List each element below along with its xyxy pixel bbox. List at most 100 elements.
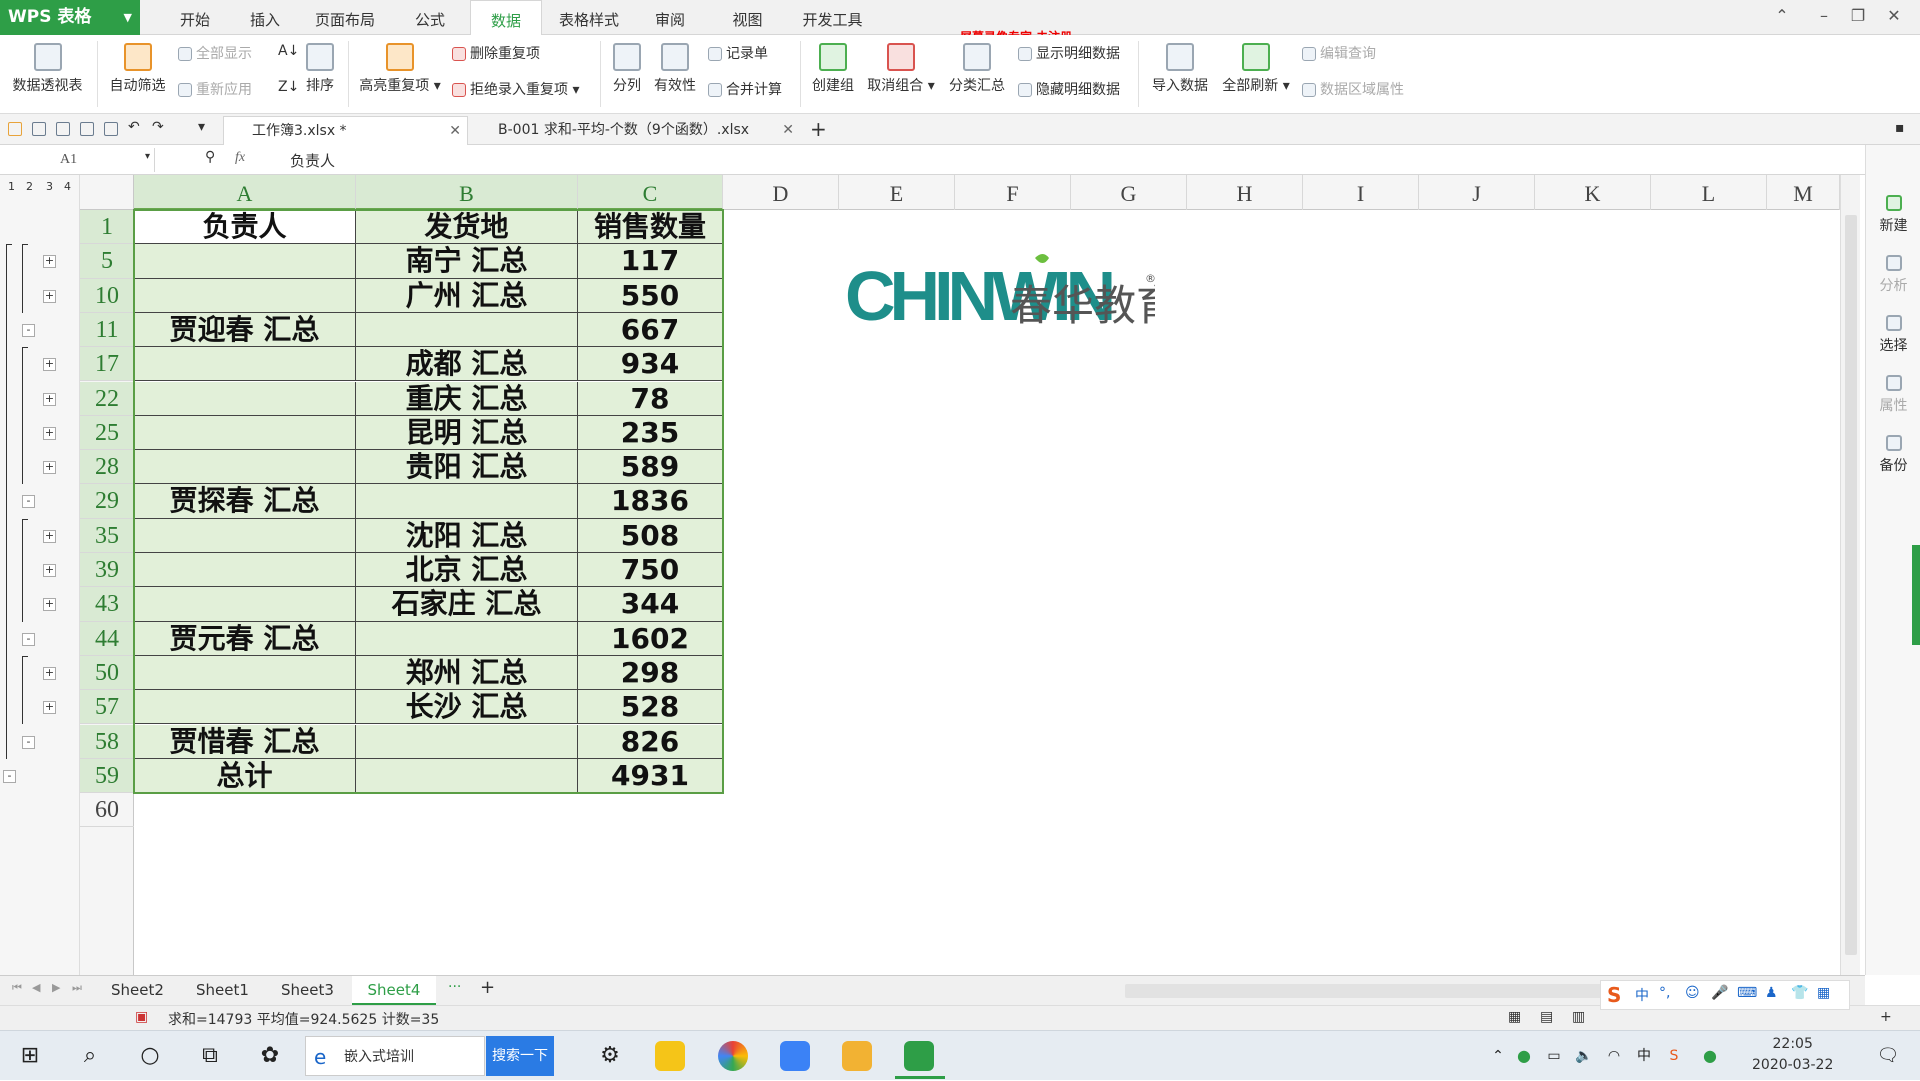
reject-duplicates-button[interactable]: 拒绝录入重复项 ▾ <box>452 79 579 99</box>
zoom-search-icon[interactable]: ⚲ <box>205 149 215 165</box>
battery-icon[interactable]: ▭ <box>1542 1031 1566 1081</box>
row-header[interactable]: 29 <box>80 484 134 519</box>
vertical-scrollbar[interactable] <box>1840 175 1860 975</box>
row-header[interactable]: 5 <box>80 244 134 279</box>
row-header[interactable]: 44 <box>80 621 134 656</box>
tab-review[interactable]: 审阅 <box>640 0 700 35</box>
volume-icon[interactable]: 🔈 <box>1572 1031 1596 1081</box>
emoji-icon[interactable]: ☺ <box>1685 985 1700 1001</box>
tab-developer[interactable]: 开发工具 <box>790 0 875 35</box>
sheet-tab-sheet3[interactable]: Sheet3 <box>270 976 345 1005</box>
row-header[interactable]: 10 <box>80 278 134 313</box>
first-sheet-icon[interactable]: ⏮ <box>12 981 22 995</box>
tab-page-layout[interactable]: 页面布局 <box>305 0 385 35</box>
tab-home[interactable]: 开始 <box>165 0 225 35</box>
tray-app-icon[interactable]: ● <box>1512 1031 1536 1081</box>
ungroup-button[interactable]: 取消组合 ▾ <box>865 43 937 95</box>
row-header[interactable]: 39 <box>80 553 134 588</box>
outline-level-2[interactable]: 2 <box>26 180 33 193</box>
col-header-m[interactable]: M <box>1767 175 1840 210</box>
outline-level-4[interactable]: 4 <box>64 180 71 193</box>
collapse-group-icon[interactable]: - <box>22 495 35 509</box>
expand-group-icon[interactable]: + <box>43 701 56 715</box>
split-column-button[interactable]: 分列 <box>608 43 646 95</box>
col-header-b[interactable]: B <box>356 175 578 210</box>
range-properties-button[interactable]: 数据区域属性 <box>1302 79 1404 99</box>
ime-mode-icon[interactable]: 中 <box>1635 985 1649 1005</box>
chrome-like-app-icon[interactable] <box>718 1041 748 1071</box>
collapse-group-icon[interactable]: - <box>22 632 35 646</box>
row-header[interactable]: 35 <box>80 518 134 553</box>
expand-group-icon[interactable]: + <box>43 358 56 372</box>
collapse-ribbon-icon[interactable]: ⌃ <box>1770 6 1794 28</box>
tab-view[interactable]: 视图 <box>715 0 780 35</box>
taskbar-search-field[interactable]: e 嵌入式培训 <box>305 1036 485 1076</box>
next-sheet-icon[interactable]: ▶ <box>52 981 60 994</box>
edit-query-button[interactable]: 编辑查询 <box>1302 43 1376 63</box>
collapse-group-icon[interactable]: - <box>22 323 35 337</box>
pane-analyze[interactable]: 分析 <box>1866 255 1920 295</box>
close-icon[interactable]: ✕ <box>1882 6 1906 28</box>
highlight-duplicates-button[interactable]: 高亮重复项 ▾ <box>355 43 445 95</box>
insert-function-button[interactable]: fx <box>235 150 245 166</box>
col-header-l[interactable]: L <box>1651 175 1767 210</box>
wps-app-menu[interactable]: WPS 表格 ▼ <box>0 0 140 35</box>
col-header-g[interactable]: G <box>1071 175 1187 210</box>
formula-input[interactable]: 负责人 <box>290 150 335 171</box>
autofilter-button[interactable]: 自动筛选 <box>105 43 170 95</box>
expand-group-icon[interactable]: + <box>43 426 56 440</box>
tab-data[interactable]: 数据 <box>470 0 542 36</box>
tray-expand-icon[interactable]: ⌃ <box>1488 1031 1508 1081</box>
task-view-icon[interactable]: ⧉ <box>190 1031 230 1081</box>
tab-table-style[interactable]: 表格样式 <box>550 0 628 35</box>
player-app-icon[interactable] <box>655 1041 685 1071</box>
collapse-group-icon[interactable]: - <box>22 735 35 749</box>
remove-duplicates-button[interactable]: 删除重复项 <box>452 43 540 63</box>
sort-desc-icon[interactable]: Z↓ <box>278 79 299 95</box>
select-all-corner[interactable] <box>80 175 134 210</box>
new-tab-plus-icon[interactable]: + <box>810 117 827 141</box>
page-break-view-icon[interactable]: ▤ <box>1540 1009 1553 1025</box>
sheet-tab-sheet1[interactable]: Sheet1 <box>185 976 260 1005</box>
sort-button[interactable]: 排序 <box>300 43 340 95</box>
col-header-f[interactable]: F <box>955 175 1071 210</box>
close-tab-icon[interactable]: ✕ <box>782 116 794 145</box>
pane-properties[interactable]: 属性 <box>1866 375 1920 415</box>
sort-asc-icon[interactable]: A↓ <box>278 43 299 59</box>
expand-group-icon[interactable]: + <box>43 529 56 543</box>
chinwin-logo[interactable]: CHINWIN 春华教育 ® <box>845 250 1178 344</box>
print-preview-icon[interactable] <box>104 122 118 136</box>
search-button[interactable]: 搜索一下 <box>486 1036 554 1076</box>
expand-group-icon[interactable]: + <box>43 255 56 269</box>
file-explorer-icon[interactable] <box>842 1041 872 1071</box>
undo-icon[interactable]: ↶ <box>128 119 142 135</box>
settings-gear-icon[interactable]: ⚙ <box>590 1031 630 1081</box>
col-header-e[interactable]: E <box>839 175 955 210</box>
col-header-d[interactable]: D <box>723 175 839 210</box>
row-header[interactable]: 59 <box>80 758 134 794</box>
wifi-icon[interactable]: ◠ <box>1602 1031 1626 1081</box>
row-header[interactable]: 11 <box>80 312 134 348</box>
restore-icon[interactable]: ❐ <box>1846 6 1870 28</box>
cortana-icon[interactable]: ○ <box>130 1031 170 1081</box>
sogou-ime-icon[interactable]: S <box>1607 983 1621 1007</box>
show-all-button[interactable]: 全部显示 <box>178 43 252 63</box>
tab-insert[interactable]: 插入 <box>235 0 295 35</box>
last-sheet-icon[interactable]: ⏭ <box>72 981 82 995</box>
row-header[interactable]: 50 <box>80 655 134 691</box>
side-panel-toggle[interactable] <box>1912 545 1920 645</box>
sheet-tab-sheet2[interactable]: Sheet2 <box>100 976 175 1005</box>
row-header[interactable]: 57 <box>80 690 134 725</box>
row-header[interactable]: 25 <box>80 415 134 451</box>
row-header[interactable]: 60 <box>80 793 134 828</box>
sogou-tray-icon[interactable]: S <box>1662 1031 1686 1081</box>
reading-view-icon[interactable]: ▥ <box>1572 1009 1585 1025</box>
col-header-h[interactable]: H <box>1187 175 1303 210</box>
microphone-icon[interactable]: 🎤 <box>1711 985 1728 1001</box>
macro-record-icon[interactable]: ▣ <box>135 1009 148 1025</box>
row-header[interactable]: 43 <box>80 587 134 622</box>
expand-group-icon[interactable]: + <box>43 289 56 303</box>
redo-icon[interactable]: ↷ <box>152 119 166 135</box>
wps-spreadsheet-icon[interactable] <box>904 1041 934 1071</box>
print-icon[interactable] <box>80 122 94 136</box>
